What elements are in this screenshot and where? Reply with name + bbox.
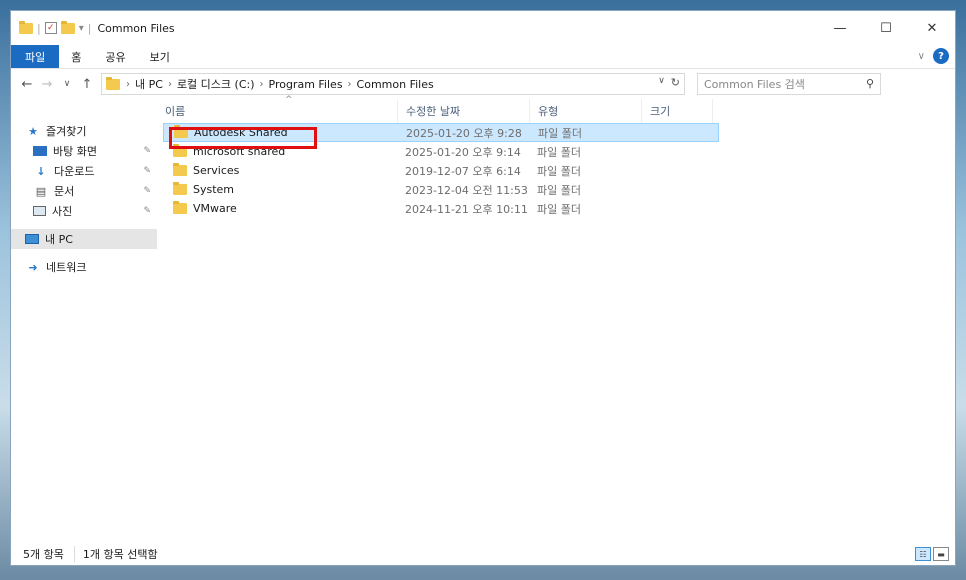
breadcrumb: › 내 PC › 로컬 디스크 (C:) › Program Files › C… <box>124 76 437 92</box>
ribbon-tabs: 파일 홈 공유 보기 ∨ ? <box>11 45 955 69</box>
desktop-icon <box>33 146 47 156</box>
item-count: 5개 항목 <box>23 548 64 561</box>
recent-locations-icon[interactable]: ∨ <box>57 79 77 89</box>
sort-ascending-icon: ^ <box>285 95 293 105</box>
nav-quick-access[interactable]: ★ 즐겨찾기 <box>11 121 157 141</box>
nav-this-pc[interactable]: 내 PC <box>11 229 157 249</box>
breadcrumb-program-files[interactable]: Program Files <box>266 78 346 91</box>
nav-item-downloads[interactable]: ↓ 다운로드 ✎ <box>11 161 157 181</box>
computer-icon <box>25 234 39 244</box>
back-button[interactable]: ← <box>17 77 37 92</box>
breadcrumb-this-pc[interactable]: 내 PC <box>132 76 166 92</box>
file-type: 파일 폴더 <box>538 126 582 140</box>
explorer-body: ★ 즐겨찾기 바탕 화면 ✎ ↓ 다운로드 ✎ ▤ 문서 ✎ 사진 ✎ 내 PC… <box>11 95 955 543</box>
folder-icon <box>174 125 188 138</box>
file-name: Autodesk Shared <box>194 126 288 139</box>
pin-icon: ✎ <box>143 146 151 156</box>
folder-icon <box>106 76 120 90</box>
minimize-button[interactable]: — <box>817 11 863 45</box>
new-folder-icon[interactable] <box>60 20 75 34</box>
pin-icon: ✎ <box>143 186 151 196</box>
address-dropdown-icon[interactable]: ∨ <box>658 76 665 89</box>
tab-share[interactable]: 공유 <box>93 45 137 68</box>
list-item[interactable]: System 2023-12-04 오전 11:53 파일 폴더 <box>163 180 719 199</box>
nav-item-pictures[interactable]: 사진 ✎ <box>11 201 157 221</box>
address-bar[interactable]: › 내 PC › 로컬 디스크 (C:) › Program Files › C… <box>101 73 685 95</box>
window-controls: — ☐ ✕ <box>817 11 955 45</box>
file-type: 파일 폴더 <box>537 145 581 159</box>
refresh-icon[interactable]: ↻ <box>671 76 680 89</box>
file-name: Services <box>193 164 240 177</box>
navigation-pane: ★ 즐겨찾기 바탕 화면 ✎ ↓ 다운로드 ✎ ▤ 문서 ✎ 사진 ✎ 내 PC… <box>11 99 157 543</box>
properties-icon[interactable]: ✓ <box>44 22 57 34</box>
list-item[interactable]: VMware 2024-11-21 오후 10:11 파일 폴더 <box>163 199 719 218</box>
column-header-size[interactable]: 크기 <box>641 99 713 123</box>
status-bar: 5개 항목 1개 항목 선택함 ☷ ▬ <box>11 543 955 565</box>
quick-access-toolbar: | ✓ ▾ | <box>19 20 91 35</box>
column-header-date[interactable]: 수정한 날짜 <box>397 99 529 123</box>
nav-item-documents[interactable]: ▤ 문서 ✎ <box>11 181 157 201</box>
file-type: 파일 폴더 <box>537 202 581 216</box>
star-icon: ★ <box>28 124 38 138</box>
forward-button[interactable]: → <box>37 77 57 92</box>
tab-file[interactable]: 파일 <box>11 45 60 68</box>
pictures-icon <box>33 206 46 216</box>
column-header-type[interactable]: 유형 <box>529 99 641 123</box>
details-view-button[interactable]: ☷ <box>915 547 931 561</box>
help-icon[interactable]: ? <box>933 48 949 64</box>
customize-dropdown-icon[interactable]: ▾ <box>79 23 84 34</box>
pin-icon: ✎ <box>143 166 151 176</box>
expand-ribbon-icon[interactable]: ∨ <box>918 51 925 62</box>
file-name: System <box>193 183 235 196</box>
file-date: 2023-12-04 오전 11:53 <box>405 183 528 197</box>
folder-icon <box>173 144 187 157</box>
file-name: VMware <box>193 202 237 215</box>
folder-icon <box>173 182 187 195</box>
up-button[interactable]: ↑ <box>77 77 97 92</box>
breadcrumb-local-disk[interactable]: 로컬 디스크 (C:) <box>174 76 258 92</box>
file-type: 파일 폴더 <box>537 183 581 197</box>
document-icon: ▤ <box>35 184 47 198</box>
pin-icon: ✎ <box>143 206 151 216</box>
column-header-row: ^ 이름 수정한 날짜 유형 크기 <box>157 95 955 123</box>
nav-network[interactable]: ➜ 네트워크 <box>11 257 157 277</box>
network-icon: ➜ <box>28 260 38 274</box>
maximize-button[interactable]: ☐ <box>863 11 909 45</box>
tab-view[interactable]: 보기 <box>138 45 182 68</box>
window-title: Common Files <box>97 21 175 35</box>
file-type: 파일 폴더 <box>537 164 581 178</box>
download-icon: ↓ <box>36 164 46 178</box>
folder-icon <box>173 201 187 214</box>
file-name: microsoft shared <box>193 145 286 158</box>
folder-icon <box>173 163 187 176</box>
title-bar: | ✓ ▾ | Common Files — ☐ ✕ <box>11 11 955 45</box>
file-date: 2025-01-20 오후 9:28 <box>406 126 522 140</box>
breadcrumb-common-files[interactable]: Common Files <box>354 78 437 91</box>
search-input[interactable]: Common Files 검색 ⚲ <box>697 73 881 95</box>
file-date: 2019-12-07 오후 6:14 <box>405 164 521 178</box>
column-header-name[interactable]: 이름 <box>157 103 397 119</box>
file-list: ^ 이름 수정한 날짜 유형 크기 Autodesk Shared 2025-0… <box>157 95 955 543</box>
file-date: 2025-01-20 오후 9:14 <box>405 145 521 159</box>
folder-icon <box>19 20 33 34</box>
large-icons-view-button[interactable]: ▬ <box>933 547 949 561</box>
nav-item-desktop[interactable]: 바탕 화면 ✎ <box>11 141 157 161</box>
file-date: 2024-11-21 오후 10:11 <box>405 202 528 216</box>
list-item[interactable]: microsoft shared 2025-01-20 오후 9:14 파일 폴… <box>163 142 719 161</box>
list-item[interactable]: Services 2019-12-07 오후 6:14 파일 폴더 <box>163 161 719 180</box>
file-explorer-window: | ✓ ▾ | Common Files — ☐ ✕ 파일 홈 공유 보기 ∨ … <box>10 10 956 566</box>
selection-count: 1개 항목 선택함 <box>73 546 162 562</box>
search-placeholder: Common Files 검색 <box>704 78 805 91</box>
address-row: ← → ∨ ↑ › 내 PC › 로컬 디스크 (C:) › Program F… <box>11 69 955 99</box>
search-icon[interactable]: ⚲ <box>866 77 874 90</box>
tab-home[interactable]: 홈 <box>59 45 93 68</box>
list-item[interactable]: Autodesk Shared 2025-01-20 오후 9:28 파일 폴더 <box>163 123 719 142</box>
close-button[interactable]: ✕ <box>909 11 955 45</box>
